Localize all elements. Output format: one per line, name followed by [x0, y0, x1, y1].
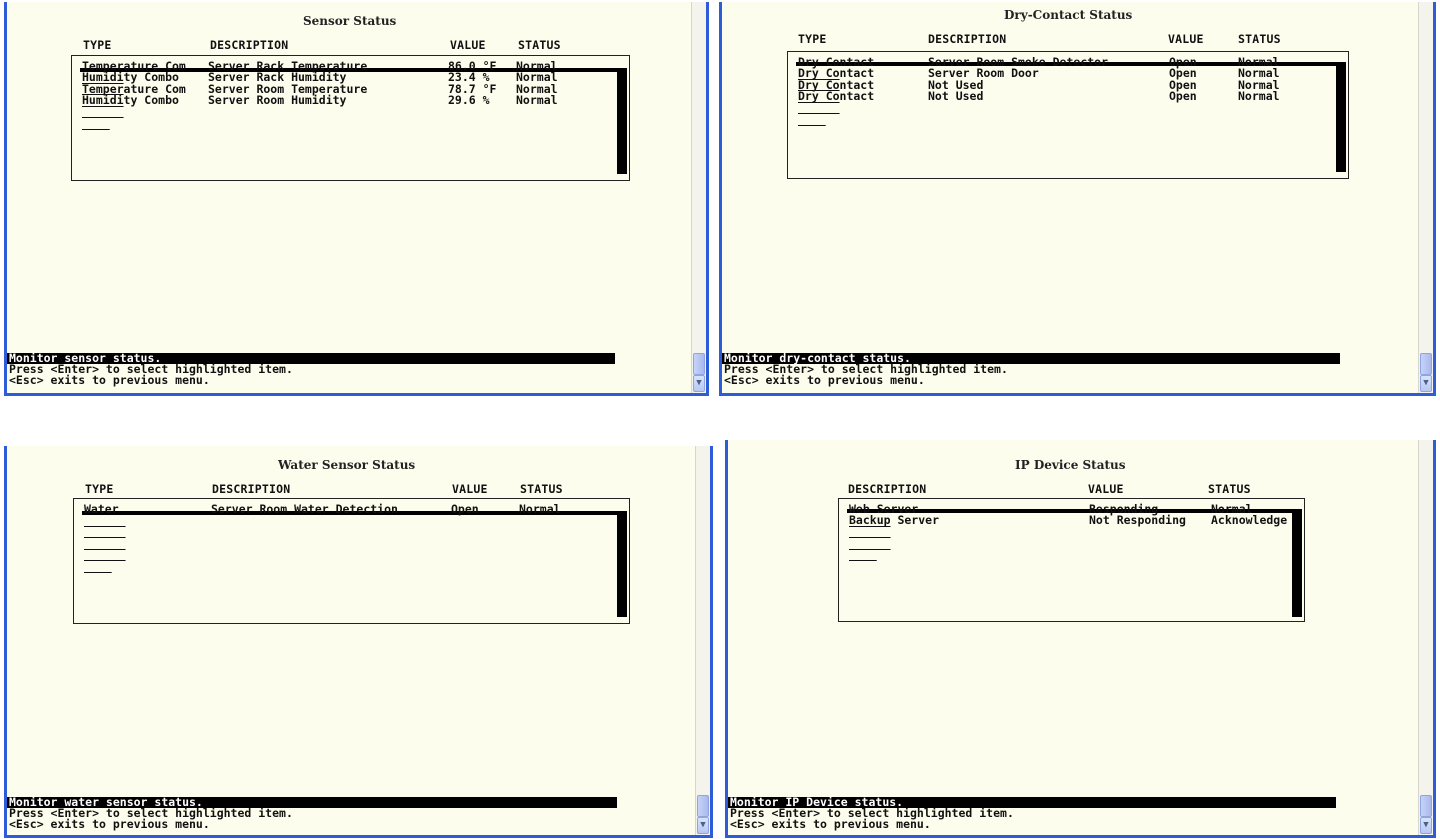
column-header-type: TYPE — [798, 32, 827, 46]
column-header-value: VALUE — [452, 482, 488, 496]
list-scroll-indicator — [617, 68, 627, 174]
help-text-esc: <Esc> exits to previous menu. — [9, 373, 210, 387]
cell-type: Water — [84, 502, 119, 516]
column-header-value: VALUE — [1168, 32, 1204, 46]
column-header-status: STATUS — [518, 38, 561, 52]
cell-value: Not Responding — [1089, 513, 1186, 527]
dry-contact-status-window: Dry-Contact Status TYPE DESCRIPTION VALU… — [719, 2, 1436, 396]
cell-value: Open — [1169, 89, 1197, 103]
help-text-esc: <Esc> exits to previous menu. — [724, 373, 925, 387]
vertical-scrollbar[interactable]: ▼ — [695, 446, 710, 835]
column-header-description: DESCRIPTION — [848, 482, 927, 496]
help-text-esc: <Esc> exits to previous menu. — [730, 817, 931, 831]
cell-status: Normal — [519, 502, 561, 516]
help-text-esc: <Esc> exits to previous menu. — [9, 817, 210, 831]
page-title: IP Device Status — [1015, 458, 1126, 472]
sensor-list-box: Temperature Com Server Rack Temperature … — [71, 55, 630, 181]
column-header-status: STATUS — [1238, 32, 1281, 46]
column-header-description: DESCRIPTION — [210, 38, 289, 52]
scrollbar-thumb[interactable] — [697, 795, 709, 817]
list-scroll-indicator — [1292, 509, 1302, 617]
column-header-description: DESCRIPTION — [928, 32, 1007, 46]
vertical-scrollbar[interactable]: ▼ — [1418, 440, 1433, 835]
column-header-value: VALUE — [450, 38, 486, 52]
cell-description: Backup Server — [849, 513, 940, 527]
table-row[interactable]: Backup Server Not Responding Acknowledge — [849, 514, 1287, 527]
cell-status: Normal — [516, 93, 558, 107]
water-sensor-list-box: Water Server Room Water Detection Open N… — [73, 498, 630, 624]
scrollbar-thumb[interactable] — [1420, 353, 1432, 375]
scrollbar-thumb[interactable] — [1420, 795, 1432, 817]
chevron-down-icon[interactable]: ▼ — [693, 375, 705, 392]
cell-type: Dry Contact — [798, 89, 875, 103]
list-scroll-indicator — [1336, 62, 1346, 172]
table-row[interactable]: Water Server Room Water Detection Open N… — [84, 502, 561, 516]
chevron-down-icon[interactable]: ▼ — [1420, 817, 1432, 834]
cell-type: Humidity Combo — [82, 93, 179, 107]
column-header-status: STATUS — [1208, 482, 1251, 496]
ip-device-list-box: Web Server Responding Normal Backup Serv… — [838, 498, 1305, 622]
cell-description: Not Used — [928, 89, 984, 103]
chevron-down-icon[interactable]: ▼ — [1420, 375, 1432, 392]
table-row[interactable]: Humidity Combo Server Room Humidity 29.6… — [82, 94, 558, 107]
cell-description: Server Room Water Detection — [211, 502, 398, 516]
column-header-value: VALUE — [1088, 482, 1124, 496]
list-scroll-indicator — [617, 511, 627, 617]
page-title: Dry-Contact Status — [1004, 8, 1133, 22]
column-header-status: STATUS — [520, 482, 563, 496]
page-title: Sensor Status — [303, 14, 397, 28]
water-sensor-status-window: Water Sensor Status TYPE DESCRIPTION VAL… — [4, 446, 713, 838]
vertical-scrollbar[interactable]: ▼ — [691, 2, 706, 393]
column-header-description: DESCRIPTION — [212, 482, 291, 496]
chevron-down-icon[interactable]: ▼ — [697, 817, 709, 834]
cell-value: Open — [451, 502, 479, 516]
vertical-scrollbar[interactable]: ▼ — [1418, 2, 1433, 393]
cell-status: Acknowledge — [1211, 513, 1288, 527]
dry-contact-list-box: Dry Contact Server Room Smoke Detector O… — [787, 51, 1349, 179]
sensor-status-window: Sensor Status TYPE DESCRIPTION VALUE STA… — [4, 2, 709, 396]
cell-status: Normal — [1238, 89, 1280, 103]
ip-device-status-window: IP Device Status DESCRIPTION VALUE STATU… — [725, 440, 1436, 838]
column-header-type: TYPE — [83, 38, 112, 52]
column-header-type: TYPE — [85, 482, 114, 496]
table-row[interactable]: Dry Contact Not Used Open Normal — [798, 90, 1280, 103]
page-title: Water Sensor Status — [278, 458, 416, 472]
cell-description: Server Room Humidity — [208, 93, 347, 107]
scrollbar-thumb[interactable] — [693, 353, 705, 375]
cell-value: 29.6 % — [448, 93, 490, 107]
